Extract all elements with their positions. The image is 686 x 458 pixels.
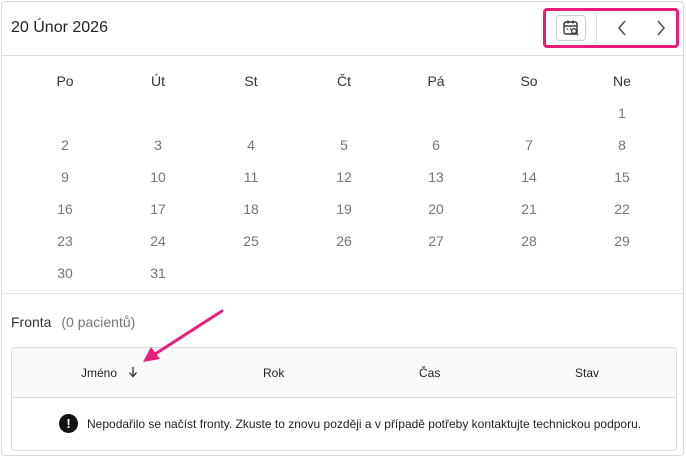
weekday-label: So (520, 73, 538, 89)
calendar-day[interactable]: 16 (45, 201, 85, 217)
nav-divider (596, 13, 597, 43)
calendar-day[interactable]: 22 (602, 201, 642, 217)
calendar-day[interactable]: 2 (45, 137, 85, 153)
next-month-button[interactable] (649, 17, 673, 39)
calendar-day[interactable]: 8 (602, 137, 642, 153)
calendar-day[interactable]: 23 (45, 233, 85, 249)
calendar-day[interactable]: 12 (324, 169, 364, 185)
weekday-label: Čt (337, 73, 351, 89)
column-header-name[interactable]: Jméno (81, 366, 138, 381)
calendar-day[interactable]: 24 (138, 233, 178, 249)
weekday-label: Út (151, 73, 165, 89)
queue-table: Jméno Rok Čas Stav ! Nepodařilo se načís… (11, 347, 677, 451)
calendar-day[interactable]: 25 (231, 233, 271, 249)
column-header-year[interactable]: Rok (263, 366, 284, 380)
calendar-card: 20 Únor 2026 Po Út St Čt Pá So Ne 1 2 3 … (1, 1, 684, 456)
arrow-down-icon[interactable] (128, 366, 138, 381)
column-label-name: Jméno (81, 366, 118, 380)
calendar-day[interactable]: 10 (138, 169, 178, 185)
error-message: ! Nepodařilo se načíst fronty. Zkuste to… (59, 414, 641, 433)
calendar-day[interactable]: 20 (416, 201, 456, 217)
weekday-label: St (244, 73, 258, 89)
calendar-header: 20 Únor 2026 (2, 2, 683, 56)
queue-patient-count: (0 pacientů) (61, 314, 136, 330)
calendar-search-icon (563, 20, 579, 36)
weekday-label: Pá (427, 73, 445, 89)
queue-title: Fronta (11, 314, 52, 330)
calendar-day[interactable]: 13 (416, 169, 456, 185)
selected-date-title: 20 Únor 2026 (11, 19, 108, 36)
weekday-label: Ne (613, 73, 631, 89)
calendar-day[interactable]: 29 (602, 233, 642, 249)
weekday-label: Po (56, 73, 74, 89)
calendar-day[interactable]: 26 (324, 233, 364, 249)
calendar-day[interactable]: 3 (138, 137, 178, 153)
queue-heading: Fronta (0 pacientů) (11, 314, 135, 330)
calendar-day[interactable]: 27 (416, 233, 456, 249)
calendar-search-button[interactable] (556, 15, 586, 41)
error-message-text: Nepodařilo se načíst fronty. Zkuste to z… (87, 416, 642, 431)
exclamation-icon: ! (59, 414, 78, 433)
calendar-day[interactable]: 19 (324, 201, 364, 217)
calendar-day[interactable]: 14 (509, 169, 549, 185)
calendar-day[interactable]: 18 (231, 201, 271, 217)
calendar-day[interactable]: 7 (509, 137, 549, 153)
calendar-day[interactable]: 5 (324, 137, 364, 153)
calendar-day[interactable]: 11 (231, 169, 271, 185)
calendar-day[interactable]: 4 (231, 137, 271, 153)
highlighted-navigation-controls (543, 8, 679, 48)
calendar-day[interactable]: 9 (45, 169, 85, 185)
calendar-day[interactable]: 21 (509, 201, 549, 217)
previous-month-button[interactable] (610, 17, 634, 39)
calendar-day[interactable]: 31 (138, 265, 178, 281)
calendar-day[interactable]: 28 (509, 233, 549, 249)
calendar-day[interactable]: 6 (416, 137, 456, 153)
chevron-left-icon (617, 20, 626, 36)
section-divider (2, 293, 683, 294)
column-header-status[interactable]: Stav (575, 366, 599, 380)
chevron-right-icon (657, 20, 666, 36)
column-header-time[interactable]: Čas (419, 366, 440, 380)
queue-error-row: ! Nepodařilo se načíst fronty. Zkuste to… (12, 398, 676, 450)
calendar-day[interactable]: 17 (138, 201, 178, 217)
calendar-day[interactable]: 15 (602, 169, 642, 185)
calendar-day[interactable]: 30 (45, 265, 85, 281)
calendar-day[interactable]: 1 (602, 105, 642, 121)
queue-table-header: Jméno Rok Čas Stav (12, 348, 676, 398)
